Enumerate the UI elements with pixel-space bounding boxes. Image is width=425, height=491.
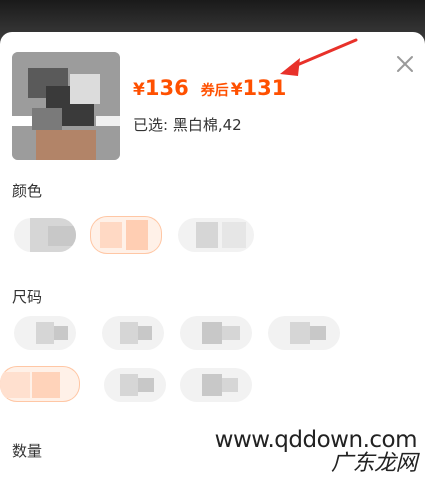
- selected-sku-text: 已选: 黑白棉,42: [133, 116, 242, 134]
- price-currency: ¥: [133, 80, 145, 100]
- size-option[interactable]: [180, 316, 252, 350]
- color-section-title: 颜色: [12, 182, 43, 200]
- watermark-logo: www.qddown.com 广东龙网: [214, 427, 418, 477]
- watermark-url: www.qddown.com: [214, 427, 418, 453]
- close-icon[interactable]: [393, 52, 417, 76]
- size-option[interactable]: [180, 368, 252, 402]
- size-option[interactable]: [268, 316, 340, 350]
- size-section-title: 尺码: [12, 288, 43, 306]
- watermark-cn-text: 广东龙网: [330, 451, 418, 476]
- coupon-label: 券后: [200, 83, 229, 99]
- coupon-currency: ¥: [230, 80, 243, 100]
- size-option[interactable]: [14, 316, 76, 350]
- product-thumbnail[interactable]: [12, 52, 120, 160]
- coupon-price-value: 131: [242, 76, 287, 100]
- sku-selection-sheet: ¥ 136 券后 ¥ 131 已选: 黑白棉,42 颜色 尺码 数量 www.q…: [0, 32, 425, 491]
- size-option-selected[interactable]: [0, 366, 80, 402]
- color-option[interactable]: [14, 218, 76, 252]
- color-option-selected[interactable]: [90, 216, 162, 254]
- price-value: 136: [144, 76, 189, 100]
- size-option[interactable]: [104, 368, 166, 402]
- color-option[interactable]: [178, 218, 254, 252]
- quantity-section-title: 数量: [12, 442, 43, 460]
- price-row: ¥ 136 券后 ¥ 131: [133, 76, 298, 106]
- size-option[interactable]: [102, 316, 164, 350]
